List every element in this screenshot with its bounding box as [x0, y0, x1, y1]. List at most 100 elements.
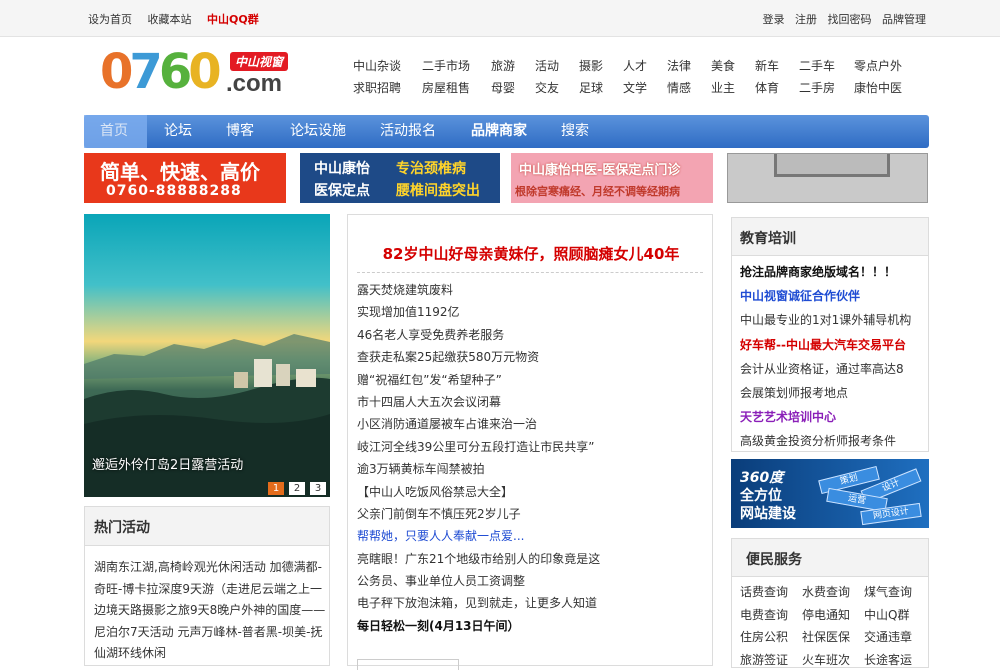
news-item[interactable]: 亮瞎眼！广东21个地级市给别人的印象竟是这: [357, 548, 707, 570]
category-link-row2-7[interactable]: 业主: [711, 79, 755, 96]
news-item[interactable]: 46名老人享受免费养老服务: [357, 324, 707, 346]
nav-brand-merchants[interactable]: 品牌商家: [471, 115, 527, 148]
news-divider: [357, 272, 703, 273]
nav-search[interactable]: 搜索: [561, 115, 589, 148]
ad-banner-website-building[interactable]: 360度 全方位 网站建设 策划 设计 运营 网页设计: [731, 459, 929, 528]
register-link[interactable]: 注册: [795, 13, 817, 26]
category-link-row2-5[interactable]: 文学: [623, 79, 667, 96]
education-item[interactable]: 天艺艺术培训中心: [740, 405, 928, 429]
service-link[interactable]: 水费查询: [802, 581, 860, 604]
nav-forum[interactable]: 论坛: [164, 115, 192, 148]
nav-forum-facilities[interactable]: 论坛设施: [290, 115, 346, 148]
service-link[interactable]: 长途客运: [864, 649, 922, 671]
ad4-graphic: [774, 153, 890, 177]
category-link-row1-9[interactable]: 二手车: [799, 57, 854, 74]
news-item[interactable]: 父亲门前倒车不慎压死2岁儿子: [357, 503, 707, 525]
category-link-row2-3[interactable]: 交友: [535, 79, 579, 96]
news-item[interactable]: 【中山人吃饭风俗禁忌大全】: [357, 481, 707, 503]
education-item[interactable]: 中山最专业的1对1课外辅导机构: [740, 308, 928, 332]
top-bar-left: 设为首页 收藏本站 中山QQ群: [88, 11, 271, 27]
news-headline[interactable]: 82岁中山好母亲黄妹仔，照顾脑瘫女儿40年: [348, 243, 714, 264]
category-link-row1-7[interactable]: 美食: [711, 57, 755, 74]
service-link[interactable]: 旅游签证: [740, 649, 798, 671]
news-item[interactable]: 市十四届人大五次会议闭幕: [357, 391, 707, 413]
category-link-row2-2[interactable]: 母婴: [491, 79, 535, 96]
login-link[interactable]: 登录: [763, 13, 785, 26]
news-item[interactable]: 小区消防通道屡被车占谁来治一治: [357, 413, 707, 435]
service-link[interactable]: 电费查询: [740, 604, 798, 627]
qq-group-link[interactable]: 中山QQ群: [207, 13, 259, 26]
nav-home[interactable]: 首页: [84, 115, 147, 148]
service-link[interactable]: 停电通知: [802, 604, 860, 627]
category-link-row2-10[interactable]: 康怡中医: [854, 79, 914, 96]
category-link-row2-9[interactable]: 二手房: [799, 79, 854, 96]
ad-banner-placeholder[interactable]: [727, 153, 928, 203]
category-link-row1-5[interactable]: 人才: [623, 57, 667, 74]
service-link[interactable]: 交通违章: [864, 626, 922, 649]
education-item[interactable]: 好车帮--中山最大汽车交易平台: [740, 333, 928, 357]
ad1-phone: 0760-88888288: [106, 183, 242, 199]
news-item[interactable]: 岐江河全线39公里可分五段打造让市民共享”: [357, 436, 707, 458]
slideshow-pager: 123: [263, 480, 326, 495]
service-link[interactable]: 话费查询: [740, 581, 798, 604]
category-link-row2-6[interactable]: 情感: [667, 79, 711, 96]
category-link-row1-3[interactable]: 活动: [535, 57, 579, 74]
education-item[interactable]: 高级黄金投资分析师报考条件: [740, 429, 928, 453]
news-item[interactable]: 帮帮她，只要人人奉献一点爱...: [357, 525, 707, 547]
education-item[interactable]: 抢注品牌商家绝版域名！！！: [740, 260, 928, 284]
news-item[interactable]: 查获走私案25起缴获580万元物资: [357, 346, 707, 368]
nav-activity-signup[interactable]: 活动报名: [380, 115, 436, 148]
ad3-line2: 根除宫寒痛经、月经不调等经期病: [515, 183, 680, 199]
ad2-left-1: 中山康怡: [314, 158, 370, 178]
service-link[interactable]: 住房公积: [740, 626, 798, 649]
news-item[interactable]: 电子秤下放泡沫箱，见到就走，让更多人知道: [357, 592, 707, 614]
news-item[interactable]: 赠“祝福红包”发“希望种子”: [357, 369, 707, 391]
slideshow-caption: 邂逅外伶仃岛2日露营活动: [92, 454, 243, 473]
news-item[interactable]: 公务员、事业单位人员工资调整: [357, 570, 707, 592]
hot-activities-header: 热门活动: [85, 507, 329, 546]
news-item[interactable]: 逾3万辆黄标车闯禁被拍: [357, 458, 707, 480]
bookmark-link[interactable]: 收藏本站: [148, 13, 192, 26]
category-link-row1-4[interactable]: 摄影: [579, 57, 623, 74]
category-row-1: 中山杂谈二手市场旅游活动摄影人才法律美食新车二手车零点户外: [353, 57, 923, 79]
slide-page-2[interactable]: 2: [289, 482, 305, 495]
category-link-row1-6[interactable]: 法律: [667, 57, 711, 74]
ad-banner-kangyi-spine[interactable]: 中山康怡 医保定点 专治颈椎病 腰椎间盘突出: [300, 153, 500, 203]
education-list: 抢注品牌商家绝版域名！！！中山视窗诚征合作伙伴中山最专业的1对1课外辅导机构好车…: [740, 260, 928, 454]
services-panel: 便民服务 话费查询水费查询煤气查询电费查询停电通知中山Q群住房公积社保医保交通违…: [731, 538, 929, 668]
set-homepage-link[interactable]: 设为首页: [88, 13, 132, 26]
category-link-row1-2[interactable]: 旅游: [491, 57, 535, 74]
nav-blog[interactable]: 博客: [226, 115, 254, 148]
category-link-row1-0[interactable]: 中山杂谈: [353, 57, 422, 74]
service-link[interactable]: 煤气查询: [864, 581, 922, 604]
education-item[interactable]: 会计从业资格证，通过率高达8: [740, 357, 928, 381]
service-link[interactable]: 社保医保: [802, 626, 860, 649]
category-link-row1-1[interactable]: 二手市场: [422, 57, 491, 74]
forgot-password-link[interactable]: 找回密码: [828, 13, 872, 26]
category-link-row2-1[interactable]: 房屋租售: [422, 79, 491, 96]
category-link-row1-10[interactable]: 零点户外: [854, 57, 914, 74]
hot-activities-list[interactable]: 湖南东江湖,高椅岭观光休闲活动 加德满都-奇旺-博卡拉深度9天游（走进尼云端之上…: [94, 557, 326, 665]
news-item[interactable]: 露天焚烧建筑废料: [357, 279, 707, 301]
category-link-row2-8[interactable]: 体育: [755, 79, 799, 96]
slide-page-1[interactable]: 1: [268, 482, 284, 495]
news-list: 露天焚烧建筑废料实现增加值1192亿46名老人享受免费养老服务查获走私案25起缴…: [357, 279, 707, 637]
ad2-right-1: 专治颈椎病: [396, 158, 466, 178]
service-link[interactable]: 火车班次: [802, 649, 860, 671]
education-item[interactable]: 中山视窗诚征合作伙伴: [740, 284, 928, 308]
category-link-row2-0[interactable]: 求职招聘: [353, 79, 422, 96]
education-item[interactable]: 会展策划师报考地点: [740, 381, 928, 405]
brand-admin-link[interactable]: 品牌管理: [882, 13, 926, 26]
news-item[interactable]: 每日轻松一刻(4月13日午间）: [357, 615, 707, 637]
ad2-right-2: 腰椎间盘突出: [396, 180, 480, 200]
ad-banner-kangyi-clinic[interactable]: 中山康怡中医-医保定点门诊 根除宫寒痛经、月经不调等经期病: [511, 153, 713, 203]
news-item[interactable]: 实现增加值1192亿: [357, 301, 707, 323]
category-link-row1-8[interactable]: 新车: [755, 57, 799, 74]
category-link-row2-4[interactable]: 足球: [579, 79, 623, 96]
slide-page-3[interactable]: 3: [310, 482, 326, 495]
ad3-line1: 中山康怡中医-医保定点门诊: [519, 159, 680, 178]
photo-slideshow[interactable]: 邂逅外伶仃岛2日露营活动 123: [84, 214, 330, 497]
ad-banner-recycle[interactable]: 简单、快速、高价 0760-88888288: [84, 153, 286, 203]
service-link[interactable]: 中山Q群: [864, 604, 922, 627]
site-logo[interactable]: 0760 中山视窗 .com: [100, 50, 305, 100]
